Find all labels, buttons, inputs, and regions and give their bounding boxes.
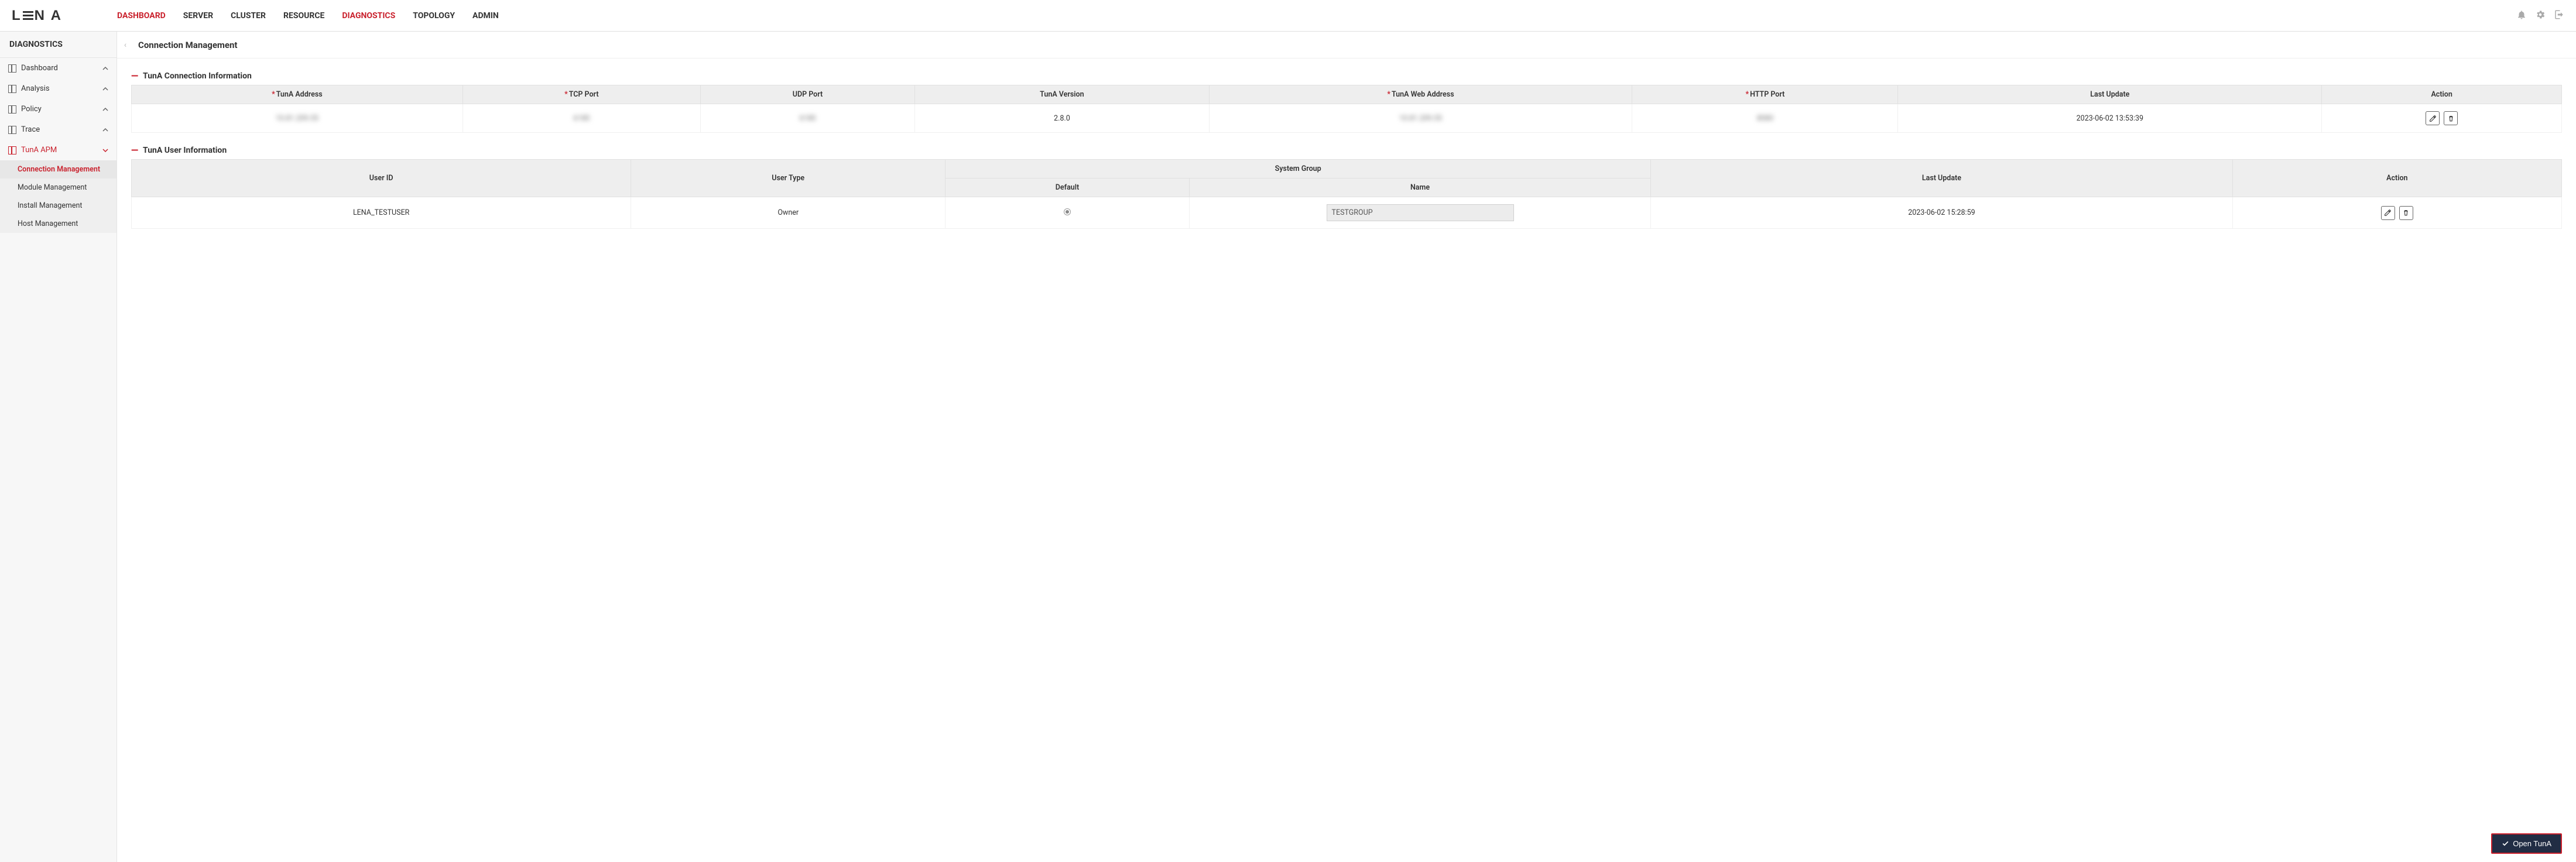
sidebar-title: DIAGNOSTICS (0, 32, 117, 58)
cell-version: 2.8.0 (915, 104, 1209, 133)
col-system-group: System Group (946, 160, 1651, 178)
col-default: Default (946, 178, 1190, 197)
cell-http: 8080 (1757, 114, 1773, 123)
check-icon (2502, 840, 2509, 847)
chevron-up-icon (102, 107, 108, 112)
sidebar-sub-module[interactable]: Module Management (0, 178, 117, 197)
sidebar-item-dashboard[interactable]: Dashboard (0, 58, 117, 78)
sidebar-item-trace[interactable]: Trace (0, 119, 117, 140)
cell-address: 10.81.209.55 (276, 114, 318, 123)
col-action: Action (2232, 160, 2561, 197)
page-title: Connection Management (133, 40, 238, 50)
gear-icon[interactable] (2535, 9, 2546, 22)
nav-admin[interactable]: ADMIN (472, 11, 499, 20)
cell-last-update: 2023-06-02 13:53:39 (1898, 104, 2322, 133)
group-name-field[interactable]: TESTGROUP (1327, 204, 1514, 221)
collapse-icon[interactable]: — (131, 145, 138, 156)
sidebar-sub-install[interactable]: Install Management (0, 197, 117, 215)
collapse-icon[interactable]: — (131, 70, 138, 81)
section-heading: TunA User Information (143, 146, 227, 155)
sidebar-item-label: TunA APM (21, 146, 57, 154)
col-tuna-address: *TunA Address (132, 85, 463, 104)
sidebar-item-label: Analysis (21, 84, 50, 93)
col-action: Action (2322, 85, 2562, 104)
col-tcp-port: *TCP Port (463, 85, 700, 104)
sidebar: DIAGNOSTICS Dashboard Analysis Policy Tr… (0, 32, 117, 862)
sidebar-item-label: Policy (21, 105, 42, 114)
edit-button[interactable] (2426, 111, 2440, 125)
chevron-up-icon (102, 66, 108, 71)
nav-diagnostics[interactable]: DIAGNOSTICS (342, 11, 395, 20)
sidebar-submenu: Connection Management Module Management … (0, 160, 117, 233)
nav-server[interactable]: SERVER (183, 11, 213, 20)
delete-button[interactable] (2444, 111, 2458, 125)
main-content: ‹ Connection Management — TunA Connectio… (117, 32, 2576, 862)
table-row: LENA_TESTUSER Owner TESTGROUP 2023-06-02… (132, 197, 2562, 229)
col-name: Name (1189, 178, 1650, 197)
cell-udp: 6180 (799, 114, 816, 123)
cell-tcp: 6180 (573, 114, 590, 123)
sidebar-item-analysis[interactable]: Analysis (0, 78, 117, 99)
top-nav: DASHBOARD SERVER CLUSTER RESOURCE DIAGNO… (117, 11, 499, 20)
cell-user-id: LENA_TESTUSER (132, 197, 631, 229)
sidebar-item-label: Trace (21, 125, 40, 134)
nav-topology[interactable]: TOPOLOGY (413, 11, 455, 20)
bell-icon[interactable] (2516, 9, 2527, 22)
chevron-up-icon (102, 86, 108, 92)
nav-cluster[interactable]: CLUSTER (231, 11, 266, 20)
back-icon[interactable]: ‹ (117, 40, 133, 50)
table-row: 10.81.209.55 6180 6180 2.8.0 10.81.209.5… (132, 104, 2562, 133)
cell-last-update: 2023-06-02 15:28:59 (1651, 197, 2233, 229)
user-table: User ID User Type System Group Last Upda… (131, 159, 2562, 229)
sidebar-item-tuna-apm[interactable]: TunA APM (0, 140, 117, 160)
default-radio[interactable] (1064, 208, 1071, 215)
chevron-down-icon (102, 147, 108, 153)
sidebar-sub-host[interactable]: Host Management (0, 215, 117, 233)
nav-resource[interactable]: RESOURCE (283, 11, 324, 20)
sidebar-sub-connection[interactable]: Connection Management (0, 160, 117, 178)
col-web-address: *TunA Web Address (1209, 85, 1632, 104)
edit-button[interactable] (2381, 206, 2395, 220)
col-udp-port: UDP Port (700, 85, 914, 104)
col-user-id: User ID (132, 160, 631, 197)
cell-user-type: Owner (631, 197, 946, 229)
section-heading: TunA Connection Information (143, 71, 252, 81)
logout-icon[interactable] (2554, 9, 2564, 22)
col-last-update: Last Update (1898, 85, 2322, 104)
nav-dashboard[interactable]: DASHBOARD (117, 11, 166, 20)
open-tuna-button[interactable]: Open TunA (2491, 833, 2562, 854)
col-user-type: User Type (631, 160, 946, 197)
brand-logo: LN A (12, 8, 117, 24)
chevron-up-icon (102, 127, 108, 133)
col-last-update: Last Update (1651, 160, 2233, 197)
sidebar-item-label: Dashboard (21, 64, 58, 73)
sidebar-item-policy[interactable]: Policy (0, 99, 117, 119)
delete-button[interactable] (2399, 206, 2413, 220)
cell-web: 10.81.209.55 (1399, 114, 1442, 123)
connection-table: *TunA Address *TCP Port UDP Port TunA Ve… (131, 85, 2562, 133)
col-tuna-version: TunA Version (915, 85, 1209, 104)
col-http-port: *HTTP Port (1632, 85, 1898, 104)
